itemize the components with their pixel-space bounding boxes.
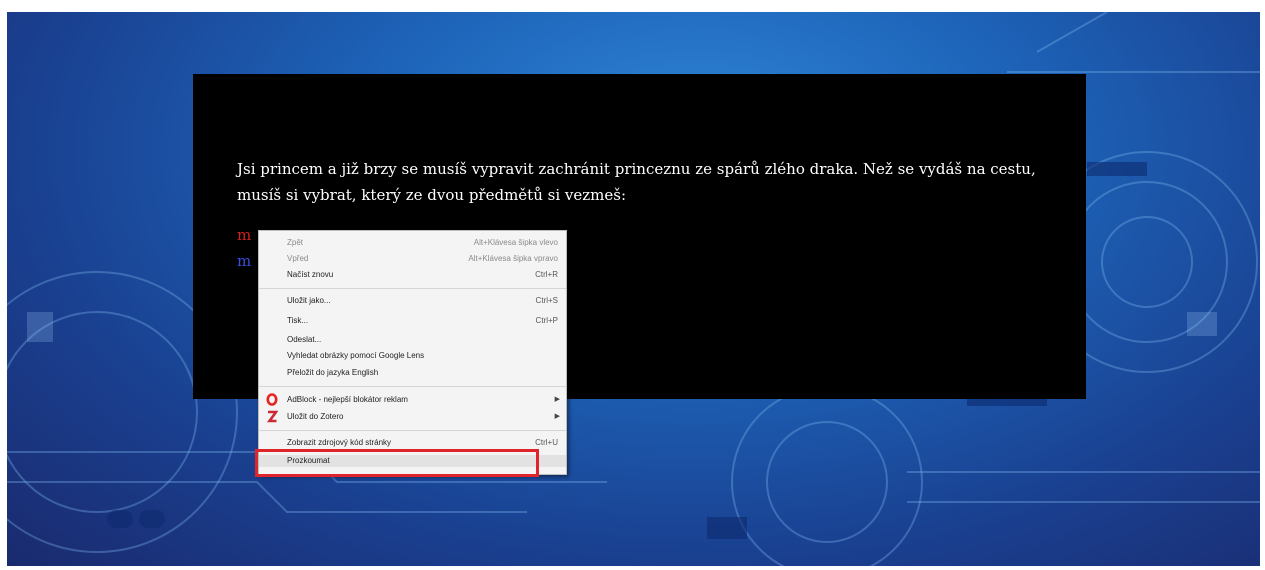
menu-item-reload[interactable]: Načíst znovu Ctrl+R	[259, 269, 566, 281]
story-text: Jsi princem a již brzy se musíš vypravit…	[237, 160, 1036, 204]
menu-item-shortcut: Ctrl+P	[535, 316, 558, 325]
menu-item-label: Tisk...	[287, 316, 309, 325]
menu-item-zotero[interactable]: Uložit do Zotero ▶	[259, 410, 566, 423]
menu-item-label: Vyhledat obrázky pomocí Google Lens	[287, 351, 425, 360]
menu-item-label: Vpřed	[287, 254, 309, 263]
menu-separator	[259, 386, 566, 387]
menu-item-label: Zobrazit zdrojový kód stránky	[287, 438, 392, 447]
menu-item-shortcut: Ctrl+U	[535, 438, 558, 447]
choice-link-1[interactable]: m	[237, 226, 251, 244]
menu-item-shortcut: Ctrl+R	[535, 270, 558, 279]
menu-item-translate[interactable]: Přeložit do jazyka English	[259, 367, 566, 379]
adblock-icon	[266, 393, 278, 406]
choice-link-2[interactable]: m	[237, 252, 251, 270]
menu-item-google-lens[interactable]: Vyhledat obrázky pomocí Google Lens	[259, 350, 566, 362]
submenu-arrow-icon: ▶	[554, 413, 560, 420]
menu-item-print[interactable]: Tisk... Ctrl+P	[259, 315, 566, 327]
menu-item-view-source[interactable]: Zobrazit zdrojový kód stránky Ctrl+U	[259, 437, 566, 449]
menu-item-shortcut: Ctrl+S	[535, 296, 558, 305]
menu-item-label: Načíst znovu	[287, 270, 334, 279]
menu-separator	[259, 288, 566, 289]
page-background: Jsi princem a již brzy se musíš vypravit…	[7, 12, 1260, 566]
browser-context-menu: Zpět Alt+Klávesa šipka vlevo Vpřed Alt+K…	[258, 230, 567, 475]
menu-item-adblock[interactable]: AdBlock - nejlepší blokátor reklam ▶	[259, 393, 566, 406]
menu-item-send[interactable]: Odeslat...	[259, 334, 566, 346]
menu-item-label: Odeslat...	[287, 335, 322, 344]
inspect-highlight-box	[255, 449, 539, 477]
menu-item-back[interactable]: Zpět Alt+Klávesa šipka vlevo	[259, 237, 566, 249]
menu-item-label: Přeložit do jazyka English	[287, 368, 379, 377]
menu-item-forward[interactable]: Vpřed Alt+Klávesa šipka vpravo	[259, 253, 566, 265]
menu-item-label: Uložit jako...	[287, 296, 331, 305]
menu-item-label: Zpět	[287, 238, 304, 247]
menu-item-save-as[interactable]: Uložit jako... Ctrl+S	[259, 295, 566, 307]
zotero-icon	[266, 410, 278, 423]
menu-separator	[259, 430, 566, 431]
menu-item-shortcut: Alt+Klávesa šipka vlevo	[473, 238, 558, 247]
menu-item-label: AdBlock - nejlepší blokátor reklam	[287, 395, 408, 404]
menu-item-label: Uložit do Zotero	[287, 412, 344, 421]
menu-item-shortcut: Alt+Klávesa šipka vpravo	[468, 254, 558, 263]
submenu-arrow-icon: ▶	[554, 396, 560, 403]
